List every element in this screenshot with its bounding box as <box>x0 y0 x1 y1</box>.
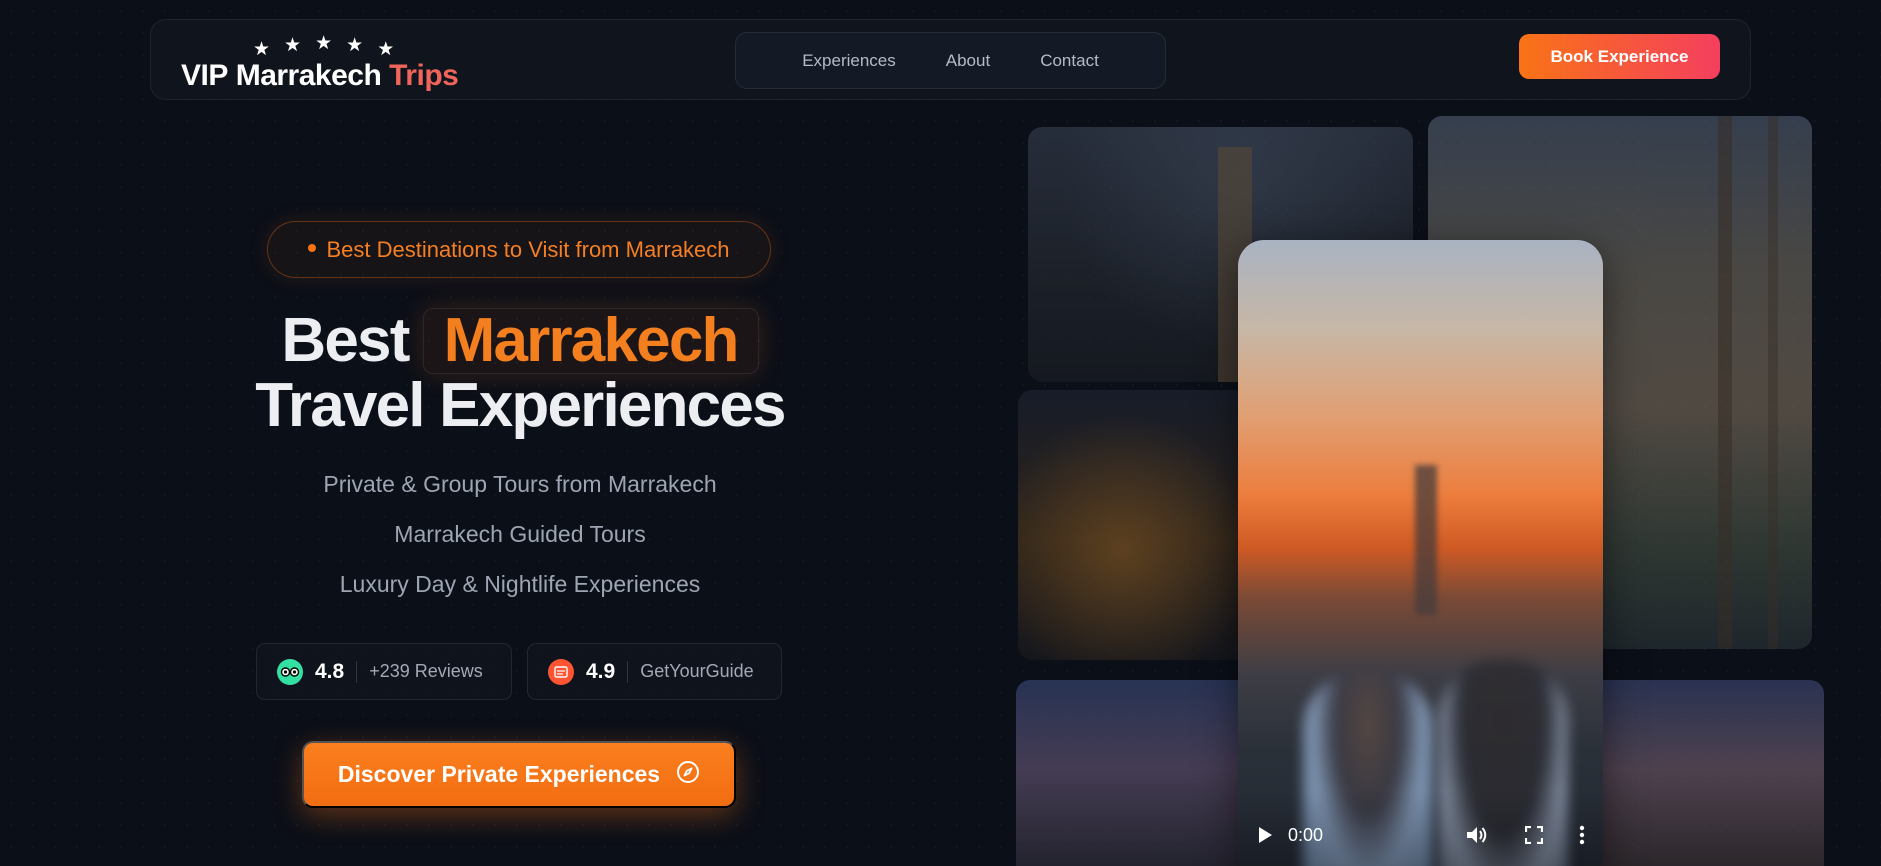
tripadvisor-icon <box>277 658 303 685</box>
compass-icon <box>676 760 700 790</box>
headline-highlight: Marrakech <box>422 308 759 374</box>
fullscreen-icon[interactable] <box>1525 826 1543 844</box>
headline-line-2: Travel Experiences <box>255 371 786 440</box>
video-time: 0:00 <box>1288 824 1324 845</box>
more-options-icon[interactable] <box>1579 825 1585 845</box>
pill-text: Best Destinations to Visit from Marrakec… <box>326 236 730 262</box>
getyourguide-icon <box>548 658 574 685</box>
hero-section: Best Destinations to Visit from Marrakec… <box>0 0 1040 866</box>
pill-dot-icon <box>308 243 317 252</box>
rating-divider <box>627 660 629 683</box>
gallery-image-sunset-harbor <box>1016 680 1276 866</box>
hero-subtitle-3: Luxury Day & Nightlife Experiences <box>339 571 701 597</box>
rating-label: +239 Reviews <box>369 661 483 681</box>
hero-headline: Best Marrakech Travel Experiences <box>200 308 840 438</box>
cta-label: Discover Private Experiences <box>337 761 661 787</box>
rating-divider <box>356 660 358 683</box>
video-controls: 0:00 <box>1238 790 1603 866</box>
hero-video-player[interactable]: 0:00 <box>1238 240 1603 866</box>
destinations-pill: Best Destinations to Visit from Marrakec… <box>267 221 771 278</box>
rating-score: 4.9 <box>586 659 616 683</box>
book-experience-button[interactable]: Book Experience <box>1519 34 1720 79</box>
tripadvisor-rating[interactable]: 4.8 +239 Reviews <box>256 643 512 700</box>
getyourguide-rating[interactable]: 4.9 GetYourGuide <box>527 643 782 700</box>
discover-experiences-button[interactable]: Discover Private Experiences <box>302 741 736 808</box>
volume-icon[interactable] <box>1465 824 1489 846</box>
gallery-image-sunset-kasbah <box>1582 680 1824 866</box>
rating-label: GetYourGuide <box>640 661 754 681</box>
hero-subtitle-2: Marrakech Guided Tours <box>394 521 646 547</box>
headline-line-1: Best Marrakech <box>200 308 840 374</box>
hero-subtitle-1: Private & Group Tours from Marrakech <box>323 471 717 497</box>
play-icon[interactable] <box>1256 825 1274 845</box>
rating-score: 4.8 <box>315 659 345 683</box>
headline-word: Best <box>281 306 410 375</box>
nav-link-contact[interactable]: Contact <box>1040 51 1099 71</box>
